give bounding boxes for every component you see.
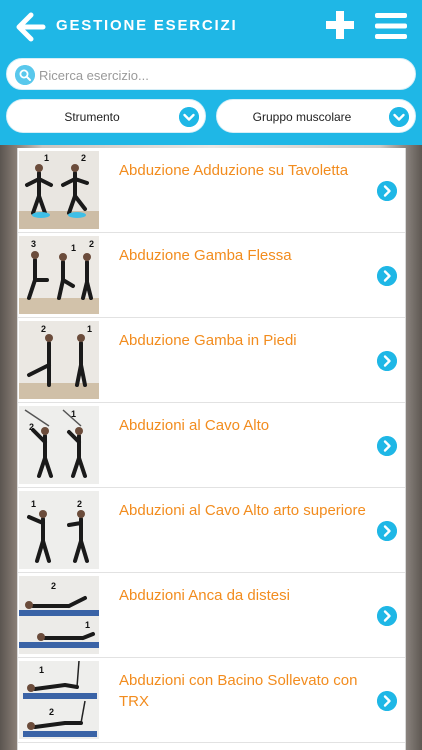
- exercise-thumbnail: 2 1: [19, 321, 99, 399]
- page-title: GESTIONE ESERCIZI: [56, 17, 238, 34]
- exercise-row[interactable]: 2 1 Abduzione Gamba in Piedi: [18, 318, 405, 403]
- step-label: 1: [31, 499, 36, 509]
- exercise-thumbnail: 1 2: [19, 661, 99, 739]
- chevron-right-icon[interactable]: [377, 266, 397, 286]
- strumento-select-label: Strumento: [64, 110, 120, 124]
- filter-area: Strumento Gruppo muscolare: [0, 52, 422, 145]
- arrow-left-icon[interactable]: [14, 11, 46, 43]
- step-label: 1: [85, 620, 90, 630]
- hamburger-menu-icon[interactable]: [375, 12, 407, 40]
- exercise-row[interactable]: 1 2 Abduzione Adduzione su Tavoletta: [18, 148, 405, 233]
- search-icon: [15, 65, 35, 85]
- exercise-thumbnail: 2 1: [19, 576, 99, 654]
- exercise-title: Abduzioni al Cavo Alto arto superiore: [119, 502, 366, 519]
- exercise-list: 1 2 Abduzione Adduzione su Tavoletta 3 1…: [17, 148, 406, 750]
- exercise-thumbnail: 1 2: [19, 151, 99, 229]
- search-bar[interactable]: [6, 58, 416, 90]
- chevron-right-icon[interactable]: [377, 606, 397, 626]
- step-label: 2: [49, 707, 54, 717]
- chevron-down-icon: [389, 107, 409, 127]
- chevron-right-icon[interactable]: [377, 181, 397, 201]
- gruppo-muscolare-select[interactable]: Gruppo muscolare: [216, 99, 416, 133]
- step-label: 2: [81, 153, 86, 163]
- exercise-title: Abduzioni al Cavo Alto: [119, 417, 270, 434]
- step-label: 2: [29, 422, 34, 432]
- exercise-row[interactable]: 1 2 Abduzioni al Cavo Alto arto superior…: [18, 488, 405, 573]
- exercise-title: Abduzioni Anca da distesi: [119, 587, 290, 604]
- search-input[interactable]: [39, 64, 399, 86]
- app-header: GESTIONE ESERCIZI: [0, 0, 422, 52]
- exercise-row[interactable]: 2 1 Abduzioni al Cavo Alto: [18, 403, 405, 488]
- step-label: 3: [31, 239, 36, 249]
- exercise-title: Abduzione Gamba in Piedi: [119, 332, 297, 349]
- step-label: 1: [44, 153, 49, 163]
- exercise-thumbnail: 3 1 2: [19, 236, 99, 314]
- exercise-thumbnail: 1 2: [19, 491, 99, 569]
- exercise-row[interactable]: 2 1 Abduzioni Anca da distesi: [18, 573, 405, 658]
- plus-icon[interactable]: [326, 11, 354, 39]
- exercise-thumbnail: 2 1: [19, 406, 99, 484]
- step-label: 1: [71, 243, 76, 253]
- exercise-row[interactable]: 3 1 2 Abduzione Gamba Flessa: [18, 233, 405, 318]
- strumento-select[interactable]: Strumento: [6, 99, 206, 133]
- exercise-title: Abduzione Gamba Flessa: [119, 247, 292, 264]
- chevron-right-icon[interactable]: [377, 351, 397, 371]
- step-label: 1: [87, 324, 92, 334]
- step-label: 2: [77, 499, 82, 509]
- step-label: 2: [51, 581, 56, 591]
- step-label: 1: [71, 409, 76, 419]
- step-label: 1: [39, 665, 44, 675]
- gruppo-select-label: Gruppo muscolare: [252, 110, 352, 124]
- chevron-right-icon[interactable]: [377, 436, 397, 456]
- exercise-title: Abduzioni con Bacino Sollevato con TRX: [119, 672, 358, 710]
- exercise-row[interactable]: 1 2 Abduzioni con Bacino Sollevato con T…: [18, 658, 405, 743]
- exercise-title: Abduzione Adduzione su Tavoletta: [119, 162, 349, 179]
- step-label: 2: [89, 239, 94, 249]
- chevron-right-icon[interactable]: [377, 691, 397, 711]
- chevron-right-icon[interactable]: [377, 521, 397, 541]
- chevron-down-icon: [179, 107, 199, 127]
- step-label: 2: [41, 324, 46, 334]
